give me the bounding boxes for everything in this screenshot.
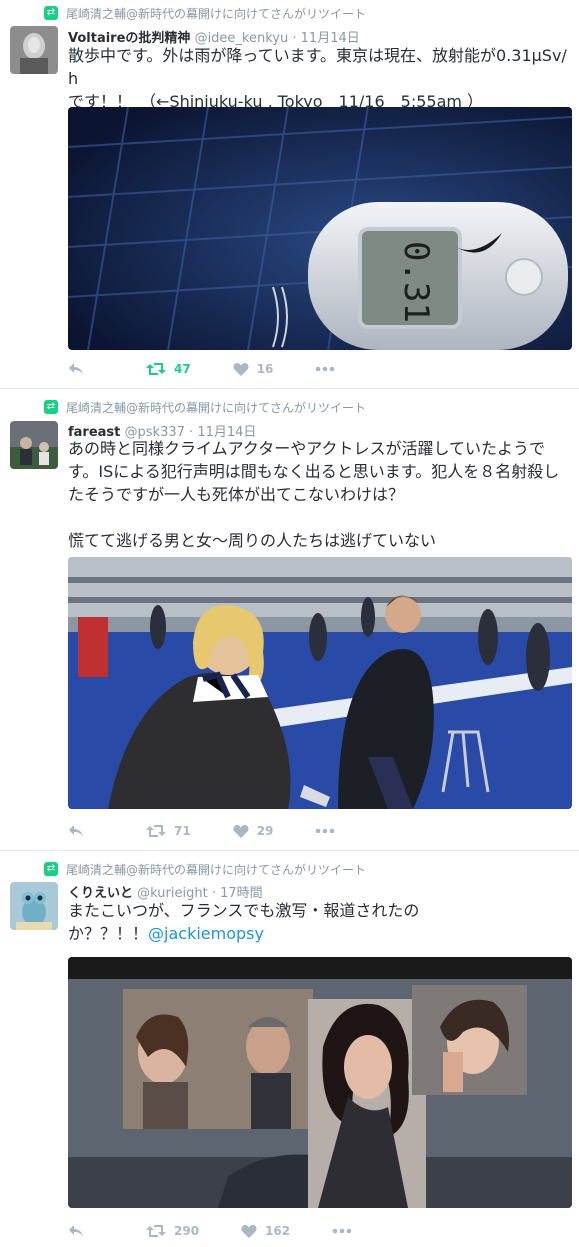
like-count: 162 [265, 1224, 291, 1238]
retweet-button[interactable]: 290 [146, 1224, 199, 1238]
reply-icon [69, 1225, 83, 1237]
retweet-icon: ⇄ [44, 6, 58, 20]
retweet-icon: ⇄ [44, 862, 58, 876]
retweet-context: ⇄ 尾崎清之輔@新時代の幕開けに向けてさんがリツイート [44, 861, 366, 877]
svg-text:0.31: 0.31 [396, 241, 436, 323]
avatar[interactable] [10, 882, 58, 930]
tweet-photo-collage[interactable] [68, 957, 572, 1208]
more-button[interactable] [315, 828, 335, 834]
heart-icon [233, 363, 249, 376]
heart-icon [241, 1225, 257, 1238]
retweet-icon [146, 825, 166, 837]
like-button[interactable]: 16 [233, 362, 274, 376]
tweet-text-fragment: か？？！！ [68, 924, 149, 943]
tweet-photo-stadium[interactable] [68, 557, 572, 809]
tweet-text-line: 散歩中です。外は雨が降っています。東京は現在、放射能が0.31μSv/h [68, 46, 567, 88]
like-button[interactable]: 29 [233, 824, 274, 838]
tweet-photo-dosimeter[interactable]: 0.31 [68, 107, 572, 350]
tweet-text-line [68, 506, 568, 529]
tweet-actions: 290 162 [68, 1222, 352, 1240]
retweet-icon [146, 363, 166, 375]
tweet-text-line: たそうですが一人も死体が出てこないわけは？ [68, 485, 405, 504]
retweet-icon [146, 1225, 166, 1237]
more-button[interactable] [315, 366, 335, 372]
tweet-actions: 71 29 [68, 822, 335, 840]
tweet-text: あの時と同様クライムアクターやアクトレスが活躍していたようで す。ISによる犯行… [68, 437, 568, 552]
reply-icon [69, 363, 83, 375]
more-icon [316, 828, 335, 834]
retweet-button[interactable]: 71 [146, 824, 191, 838]
reply-button[interactable] [68, 824, 84, 838]
tweet-actions: 47 16 [68, 360, 335, 378]
more-icon [332, 1228, 352, 1234]
retweet-count: 71 [174, 824, 191, 838]
retweet-context: ⇄ 尾崎清之輔@新時代の幕開けに向けてさんがリツイート [44, 5, 366, 21]
tweet-text-line: あの時と同様クライムアクターやアクトレスが活躍していたようで [68, 439, 545, 458]
tweet-text-line: またこいつが、フランスでも激写・報道されたの [68, 901, 420, 920]
more-button[interactable] [332, 1228, 352, 1234]
tweet-text: またこいつが、フランスでも激写・報道されたの か？？！！@jackiemopsy [68, 899, 568, 945]
like-button[interactable]: 162 [241, 1224, 290, 1238]
tweet-text-line: す。ISによる犯行声明は間もなく出ると思います。犯人を８名射殺し [68, 462, 560, 481]
avatar[interactable] [10, 421, 58, 469]
tweet-3[interactable]: ⇄ 尾崎清之輔@新時代の幕開けに向けてさんがリツイート くりえいと @kurie… [0, 851, 579, 1247]
retweet-button[interactable]: 47 [146, 362, 191, 376]
retweet-context-label: 尾崎清之輔@新時代の幕開けに向けてさんがリツイート [66, 6, 367, 21]
retweet-count: 47 [174, 362, 191, 376]
tweet-text: 散歩中です。外は雨が降っています。東京は現在、放射能が0.31μSv/h です！… [68, 44, 568, 113]
retweet-context-label: 尾崎清之輔@新時代の幕開けに向けてさんがリツイート [66, 862, 367, 877]
reply-button[interactable] [68, 362, 84, 376]
like-count: 29 [256, 824, 274, 838]
like-count: 16 [256, 362, 274, 376]
tweet-text-line: か？？！！@jackiemopsy [68, 922, 568, 945]
mention-link[interactable]: @jackiemopsy [148, 924, 264, 943]
reply-icon [69, 825, 83, 837]
retweet-context-label: 尾崎清之輔@新時代の幕開けに向けてさんがリツイート [66, 400, 367, 415]
retweet-context: ⇄ 尾崎清之輔@新時代の幕開けに向けてさんがリツイート [44, 399, 366, 415]
reply-button[interactable] [68, 1224, 84, 1238]
avatar[interactable] [10, 26, 58, 74]
heart-icon [233, 825, 249, 838]
retweet-count: 290 [174, 1224, 200, 1238]
retweet-icon: ⇄ [44, 400, 58, 414]
tweet-text-line: 慌てて逃げる男と女～周りの人たちは逃げていない [68, 531, 437, 550]
tweet-1[interactable]: ⇄ 尾崎清之輔@新時代の幕開けに向けてさんがリツイート Voltaireの批判精… [0, 0, 579, 389]
more-icon [316, 366, 335, 372]
tweet-2[interactable]: ⇄ 尾崎清之輔@新時代の幕開けに向けてさんがリツイート fareast @psk… [0, 389, 579, 851]
